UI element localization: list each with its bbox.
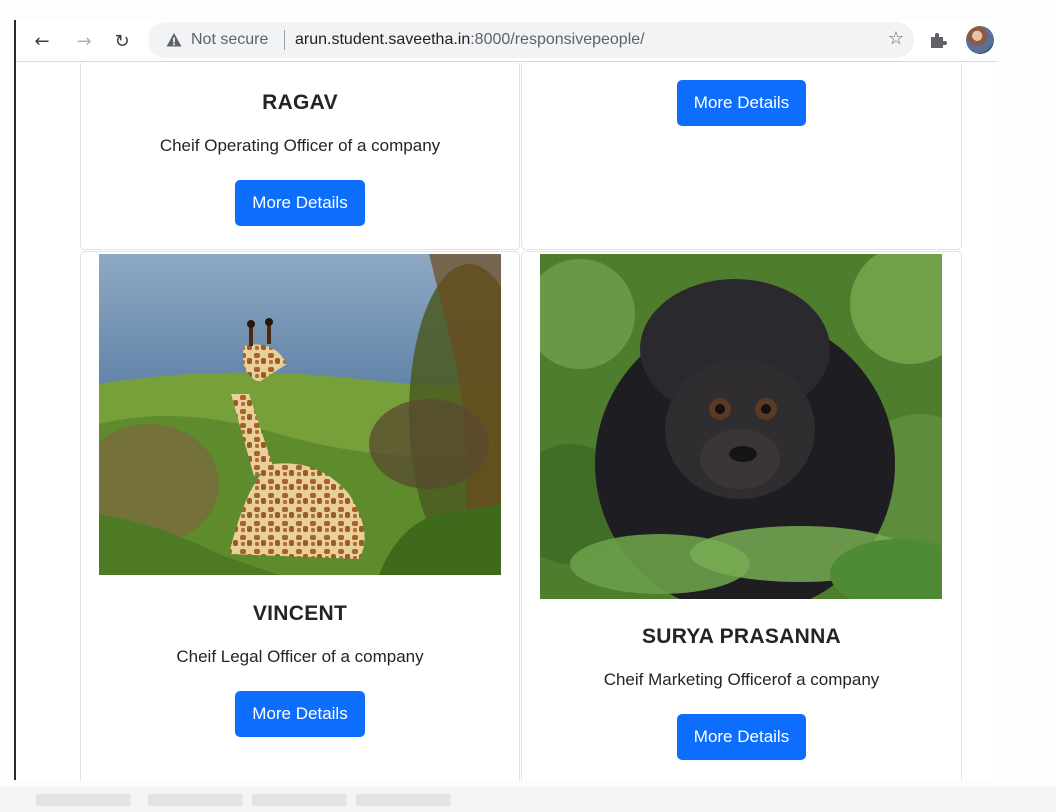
person-name: VINCENT — [252, 602, 348, 625]
person-role: Cheif Operating Officer of a company — [159, 136, 441, 155]
page-content: RAGAV Cheif Operating Officer of a compa… — [16, 63, 998, 780]
person-name: SURYA PRASANNA — [641, 625, 842, 648]
omnibox-separator — [284, 30, 285, 50]
person-card-surya-prasanna: SURYA PRASANNA Cheif Marketing Officerof… — [521, 251, 962, 780]
screen: ← → ↻ Not secure arun.student.saveetha.i… — [0, 0, 1056, 812]
person-card-top-right: More Details — [521, 63, 962, 250]
profile-avatar[interactable] — [966, 26, 994, 54]
address-bar[interactable]: Not secure arun.student.saveetha.in:8000… — [148, 22, 914, 58]
taskbar-item[interactable] — [356, 794, 451, 806]
card-body: More Details — [522, 63, 961, 126]
reload-icon[interactable]: ↻ — [108, 27, 136, 55]
not-secure-label[interactable]: Not secure — [191, 31, 268, 49]
person-role: Cheif Marketing Officerof a company — [603, 670, 880, 689]
warning-icon[interactable] — [166, 32, 182, 48]
more-details-button[interactable]: More Details — [676, 714, 807, 760]
card-body: SURYA PRASANNA Cheif Marketing Officerof… — [522, 625, 961, 760]
taskbar-item[interactable] — [36, 794, 131, 806]
extensions-icon[interactable] — [928, 30, 948, 50]
person-name: RAGAV — [262, 91, 338, 114]
star-icon[interactable]: ☆ — [888, 28, 904, 49]
more-details-button[interactable]: More Details — [235, 180, 365, 226]
person-card-vincent: VINCENT Cheif Legal Officer of a company… — [80, 251, 520, 780]
url-path: :8000/responsivepeople/ — [470, 31, 645, 48]
person-card-ragav: RAGAV Cheif Operating Officer of a compa… — [80, 63, 520, 250]
forward-arrow-icon[interactable]: → — [70, 27, 98, 55]
taskbar — [0, 786, 1056, 812]
card-body: VINCENT Cheif Legal Officer of a company… — [81, 602, 519, 737]
giraffe-photo — [99, 254, 501, 575]
person-role: Cheif Legal Officer of a company — [176, 647, 424, 666]
card-body: RAGAV Cheif Operating Officer of a compa… — [81, 91, 519, 226]
url-host: arun.student.saveetha.in — [295, 31, 471, 48]
url-text[interactable]: arun.student.saveetha.in:8000/responsive… — [295, 31, 645, 49]
taskbar-item[interactable] — [148, 794, 243, 806]
gorilla-photo — [540, 254, 942, 599]
more-details-button[interactable]: More Details — [235, 691, 365, 737]
back-arrow-icon[interactable]: ← — [28, 27, 56, 55]
browser-toolbar: ← → ↻ Not secure arun.student.saveetha.i… — [16, 20, 998, 62]
taskbar-item[interactable] — [252, 794, 347, 806]
more-details-button[interactable]: More Details — [676, 80, 807, 126]
